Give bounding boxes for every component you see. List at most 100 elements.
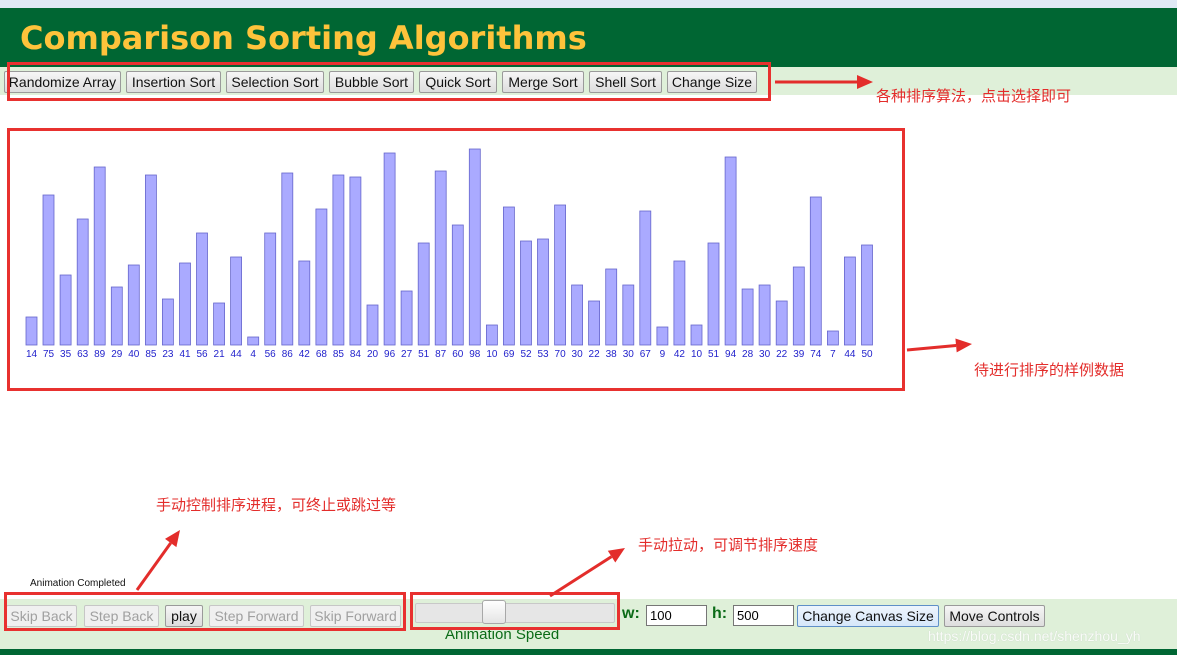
bar-label: 85 [145, 349, 157, 360]
bubble-sort-button[interactable]: Bubble Sort [329, 71, 414, 93]
bar [690, 324, 703, 346]
bar [281, 172, 294, 346]
bar [861, 244, 873, 346]
bar-label: 42 [674, 349, 686, 360]
merge-sort-button[interactable]: Merge Sort [502, 71, 584, 93]
bar-label: 23 [162, 349, 174, 360]
bar-label: 42 [299, 349, 311, 360]
bar [93, 166, 106, 346]
animation-speed-slider[interactable] [415, 603, 615, 623]
bar-label: 85 [333, 349, 345, 360]
bar-label: 94 [725, 349, 737, 360]
bar [809, 196, 822, 346]
top-strip [0, 0, 1177, 8]
bar-label: 35 [60, 349, 72, 360]
shell-sort-button[interactable]: Shell Sort [589, 71, 662, 93]
bar [315, 208, 328, 346]
bar-labels-group: 14 75 35 63 89 29 40 85 23 41 56 21 44 4 56 86 42 68 85 84 2… [26, 349, 873, 360]
randomize-array-button[interactable]: Randomize Array [4, 71, 121, 93]
bar [605, 268, 618, 346]
bar [792, 266, 805, 346]
bar [298, 260, 311, 346]
slider-thumb[interactable] [482, 600, 506, 624]
bar-label: 68 [316, 349, 328, 360]
bar [673, 260, 686, 346]
bar [196, 232, 208, 346]
bar-label: 20 [367, 349, 379, 360]
bar-label: 98 [469, 349, 481, 360]
change-canvas-size-button[interactable]: Change Canvas Size [797, 605, 939, 627]
bar-label: 44 [231, 349, 243, 360]
bar-label: 38 [606, 349, 618, 360]
bar-label: 40 [128, 349, 140, 360]
bar [724, 156, 737, 346]
bar [554, 204, 566, 346]
bar-label: 63 [77, 349, 89, 360]
canvas-width-input[interactable] [646, 605, 707, 626]
bar [844, 256, 856, 346]
bar [656, 326, 669, 346]
bar [127, 264, 140, 346]
bar [741, 288, 754, 346]
bar-label: 28 [742, 349, 754, 360]
bar [758, 284, 771, 346]
bar [25, 316, 38, 346]
playback-arrow-shaft [135, 542, 172, 591]
quick-sort-button[interactable]: Quick Sort [419, 71, 497, 93]
bar-label: 10 [486, 349, 498, 360]
bar [161, 298, 174, 346]
bar-label: 52 [520, 349, 532, 360]
bar [707, 242, 720, 346]
bar [332, 174, 345, 346]
bar-label: 53 [537, 349, 549, 360]
sort-buttons-annotation: 各种排序算法，点击选择即可 [876, 87, 1072, 105]
bar [588, 300, 600, 346]
bar-label: 51 [708, 349, 720, 360]
selection-sort-button[interactable]: Selection Sort [226, 71, 324, 93]
change-size-button[interactable]: Change Size [667, 71, 757, 93]
bar [485, 324, 498, 346]
sample-data-arrow-shaft [906, 344, 957, 352]
bar-label: 70 [555, 349, 567, 360]
canvas-height-label: h: [712, 605, 728, 622]
bar [59, 274, 72, 346]
skip-back-button[interactable]: Skip Back [6, 605, 77, 627]
bar [179, 262, 191, 346]
bar-label: 41 [179, 349, 191, 360]
bar [366, 304, 379, 346]
bar-label: 87 [435, 349, 447, 360]
skip-forward-button[interactable]: Skip Forward [310, 605, 401, 627]
bar-label: 74 [810, 349, 822, 360]
bar-label: 21 [214, 349, 226, 360]
canvas-height-input[interactable] [733, 605, 794, 626]
speed-annotation: 手动拉动，可调节排序速度 [638, 536, 819, 554]
step-forward-button[interactable]: Step Forward [209, 605, 304, 627]
bar-label: 10 [691, 349, 703, 360]
step-back-button[interactable]: Step Back [84, 605, 159, 627]
bar-label: 67 [640, 349, 652, 360]
bar-label: 29 [111, 349, 123, 360]
sample-data-annotation: 待进行排序的样例数据 [974, 361, 1125, 379]
sample-data-arrow-head [955, 338, 972, 353]
bar-label: 56 [265, 349, 277, 360]
bar-label: 27 [401, 349, 413, 360]
bar-label: 50 [861, 349, 873, 360]
bar-label: 7 [830, 349, 836, 360]
bar [144, 174, 157, 346]
animation-status: Animation Completed [30, 578, 126, 589]
bar-label: 51 [418, 349, 430, 360]
bars-group [25, 148, 873, 346]
bar [622, 284, 635, 346]
insertion-sort-button[interactable]: Insertion Sort [126, 71, 221, 93]
watermark: https://blog.csdn.net/shenzhou_yh [928, 628, 1141, 644]
bar [213, 302, 226, 346]
footer-band [0, 649, 1177, 655]
bar-label: 30 [759, 349, 771, 360]
move-controls-button[interactable]: Move Controls [944, 605, 1045, 627]
bar [110, 286, 123, 346]
play-button[interactable]: play [165, 605, 203, 627]
canvas-width-label: w: [622, 605, 640, 622]
bar-label: 22 [589, 349, 601, 360]
bar-label: 30 [623, 349, 635, 360]
bar-label: 4 [250, 349, 256, 360]
